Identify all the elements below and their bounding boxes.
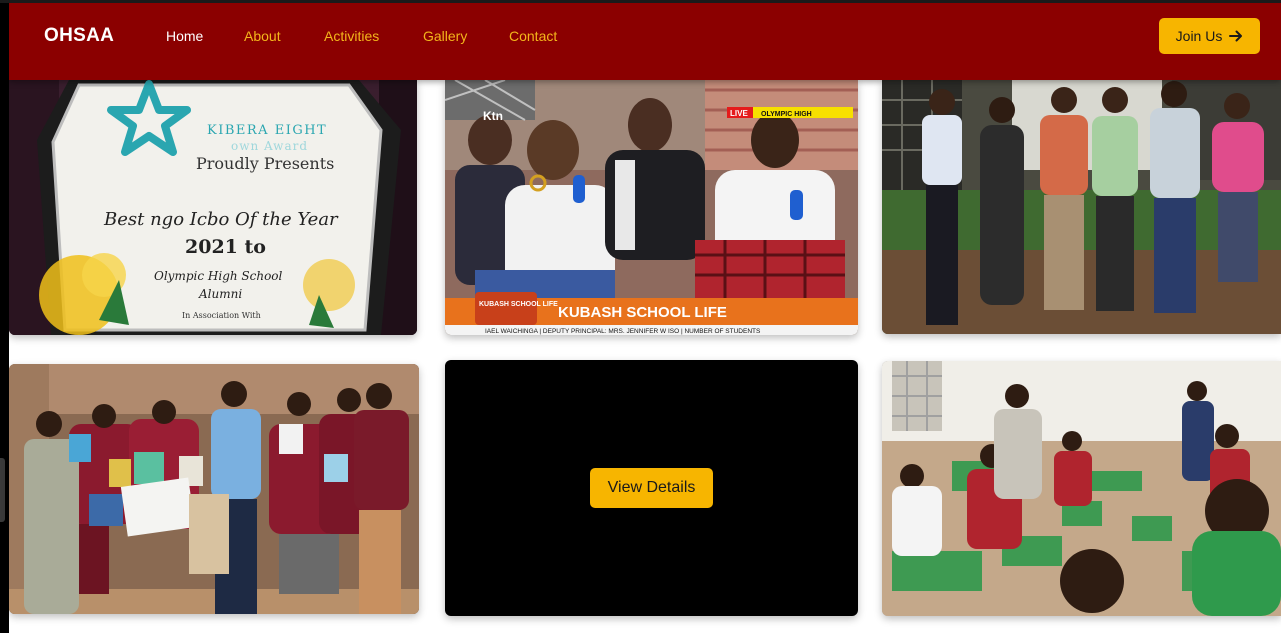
tv-live-badge: LIVE <box>730 109 748 118</box>
page: OHSAA Home About Activities Gallery Cont… <box>0 0 1281 633</box>
gallery-card-award[interactable]: KIBERA EIGHT own Award Proudly Presents … <box>9 80 417 335</box>
award-recipient-line1: Olympic High School <box>154 269 283 283</box>
arrow-right-icon <box>1229 30 1243 42</box>
award-title: Best ngo Icbo Of the Year <box>103 209 339 230</box>
nav-link-activities[interactable]: Activities <box>324 28 379 44</box>
award-footer: In Association With <box>182 311 261 320</box>
gallery-card-alumni-group[interactable] <box>882 80 1281 334</box>
award-plaque-photo: KIBERA EIGHT own Award Proudly Presents … <box>9 80 417 335</box>
tv-show-logo: KUBASH SCHOOL LIFE <box>479 301 558 308</box>
tv-ticker: IAEL WAICHINGA | DEPUTY PRINCIPAL: MRS. … <box>485 328 761 335</box>
brand-logo[interactable]: OHSAA <box>44 25 114 47</box>
tv-broadcast-photo: Ktn LIVE OLYMPIC HIGH KUBASH SCHOOL LIFE… <box>445 80 858 335</box>
gallery-card-classroom[interactable] <box>882 361 1281 616</box>
top-navbar: OHSAA Home About Activities Gallery Cont… <box>9 3 1281 80</box>
window-top-border <box>0 0 1281 3</box>
left-edge-strip <box>0 0 9 633</box>
gallery-card-tv-feature[interactable]: Ktn LIVE OLYMPIC HIGH KUBASH SCHOOL LIFE… <box>445 80 858 335</box>
join-us-button[interactable]: Join Us <box>1159 18 1260 54</box>
book-donation-photo <box>9 364 419 614</box>
view-details-button[interactable]: View Details <box>590 468 713 508</box>
classroom-photo <box>882 361 1281 616</box>
award-brand-line1: KIBERA EIGHT <box>207 123 327 138</box>
tv-channel-logo: Ktn <box>483 109 503 123</box>
award-year: 2021 to <box>185 236 266 258</box>
gallery-card-video: View Details <box>445 360 858 616</box>
join-us-label: Join Us <box>1175 28 1223 44</box>
nav-link-home[interactable]: Home <box>166 28 203 44</box>
nav-link-gallery[interactable]: Gallery <box>423 28 467 44</box>
award-recipient-line2: Alumni <box>198 287 242 301</box>
alumni-group-photo <box>882 80 1281 334</box>
nav-link-contact[interactable]: Contact <box>509 28 557 44</box>
scroll-handle[interactable] <box>0 458 5 522</box>
gallery-card-book-donation[interactable] <box>9 364 419 614</box>
nav-link-about[interactable]: About <box>244 28 281 44</box>
tv-school-label: OLYMPIC HIGH <box>761 111 812 118</box>
award-brand-line2: own Award <box>231 139 308 153</box>
tv-headline: KUBASH SCHOOL LIFE <box>558 304 727 321</box>
award-presents: Proudly Presents <box>196 154 334 173</box>
